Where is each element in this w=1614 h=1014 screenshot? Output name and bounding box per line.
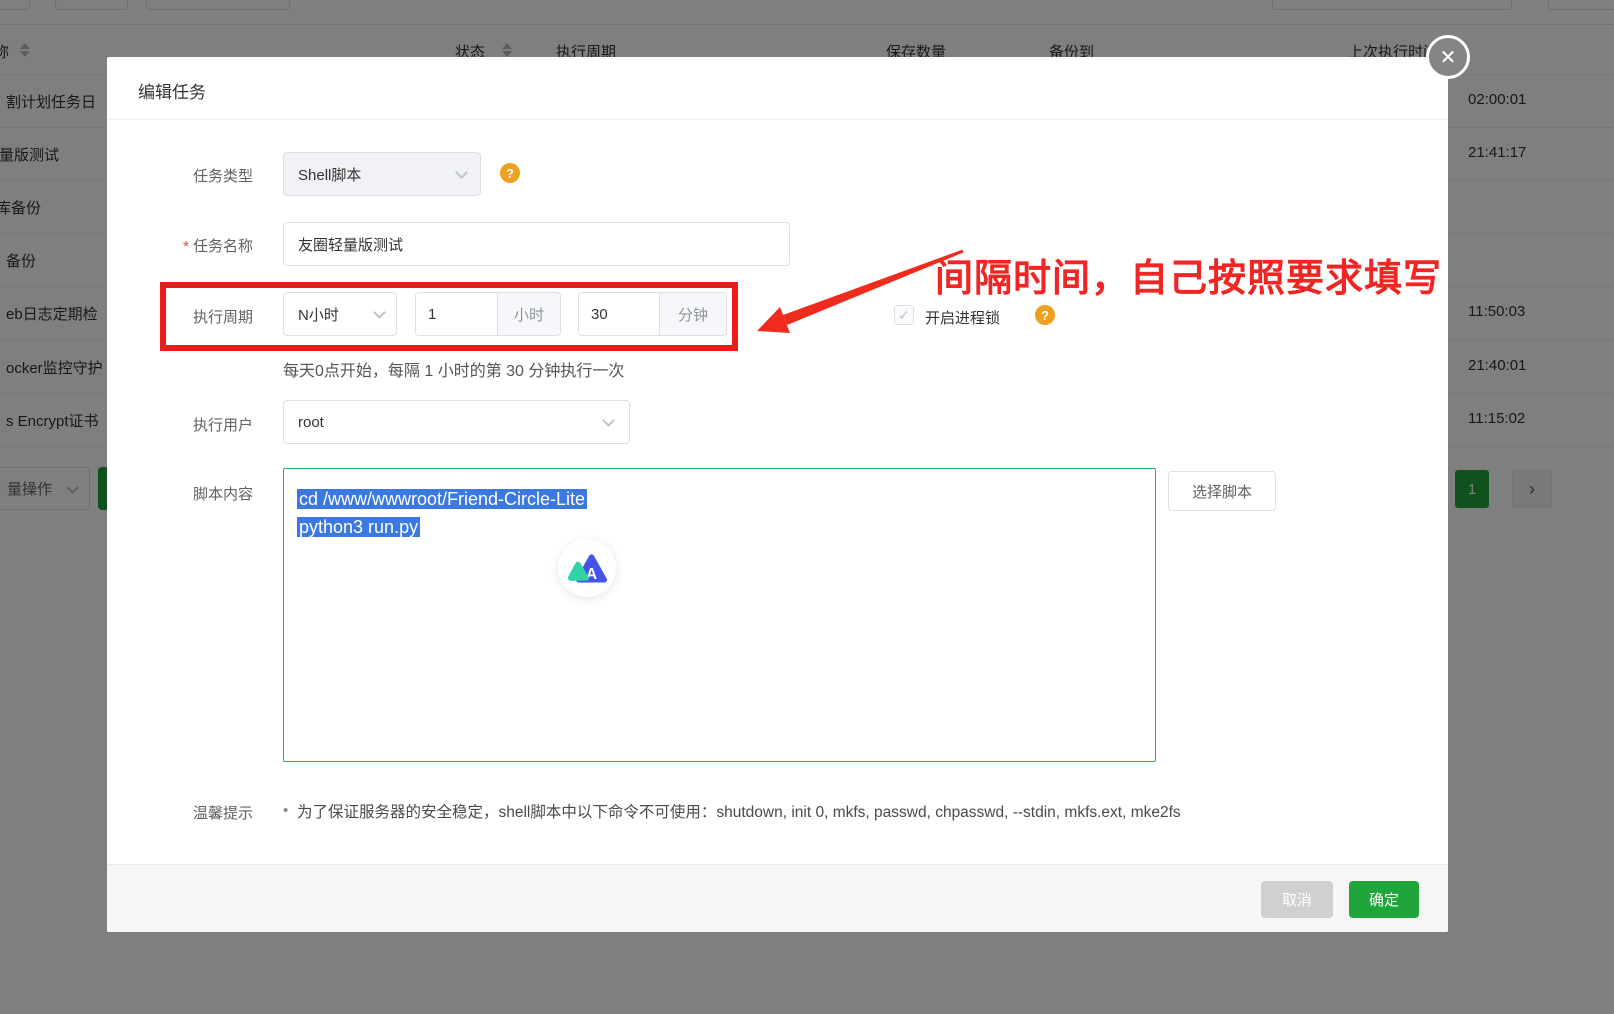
cycle-minute-group: 分钟 [578,292,727,336]
cycle-hint-text: 每天0点开始，每隔 1 小时的第 30 分钟执行一次 [283,357,624,381]
hour-unit-label: 小时 [497,293,560,335]
cycle-type-value: N小时 [298,304,339,325]
tips-text: 为了保证服务器的安全稳定，shell脚本中以下命令不可使用：shutdown, … [297,800,1181,822]
chevron-down-icon [455,166,468,179]
task-name-input[interactable] [283,222,790,266]
cycle-label: 执行周期 [133,306,253,327]
selected-text: python3 run.py [297,517,420,537]
tips-bullet: • [283,802,288,819]
script-label: 脚本内容 [133,483,253,504]
help-icon[interactable]: ? [1035,305,1055,325]
cycle-minute-input[interactable] [579,293,659,335]
cycle-hour-group: 小时 [415,292,561,336]
process-lock-label: 开启进程锁 [925,307,1000,328]
close-icon[interactable]: ✕ [1426,35,1470,79]
select-script-button[interactable]: 选择脚本 [1168,471,1276,511]
selected-text: cd /www/wwwroot/Friend-Circle-Lite [297,489,587,509]
help-icon[interactable]: ? [500,163,520,183]
task-type-label: 任务类型 [133,165,253,186]
cycle-hour-input[interactable] [416,293,497,335]
confirm-button[interactable]: 确定 [1349,881,1419,918]
task-type-value: Shell脚本 [298,164,361,185]
task-name-label-text: 任务名称 [193,238,253,255]
edit-task-dialog: 编辑任务 任务类型 Shell脚本 ? *任务名称 执行周期 N小时 小时 分钟… [107,57,1448,932]
task-name-label: *任务名称 [133,235,253,256]
aapanel-logo-watermark: A [558,539,616,597]
script-line: python3 run.py [297,513,1142,541]
exec-user-value: root [298,414,324,431]
required-star: * [183,238,189,255]
cancel-button[interactable]: 取消 [1261,881,1333,918]
minute-unit-label: 分钟 [659,293,726,335]
chevron-down-icon [373,306,386,319]
chevron-down-icon [602,414,615,427]
process-lock-checkbox[interactable]: ✓ [894,305,914,325]
exec-user-select[interactable]: root [283,400,630,444]
svg-text:A: A [586,566,597,583]
tips-label: 温馨提示 [133,802,253,823]
cycle-type-select[interactable]: N小时 [283,292,397,336]
task-type-select[interactable]: Shell脚本 [283,152,481,196]
aapanel-logo-icon: A [567,552,607,584]
script-line: cd /www/wwwroot/Friend-Circle-Lite [297,485,1142,513]
dialog-title: 编辑任务 [138,78,206,103]
script-content-editor[interactable]: cd /www/wwwroot/Friend-Circle-Lite pytho… [283,468,1156,762]
dialog-header: 编辑任务 [107,57,1448,120]
exec-user-label: 执行用户 [133,414,253,435]
dialog-footer: 取消 确定 [107,864,1448,932]
